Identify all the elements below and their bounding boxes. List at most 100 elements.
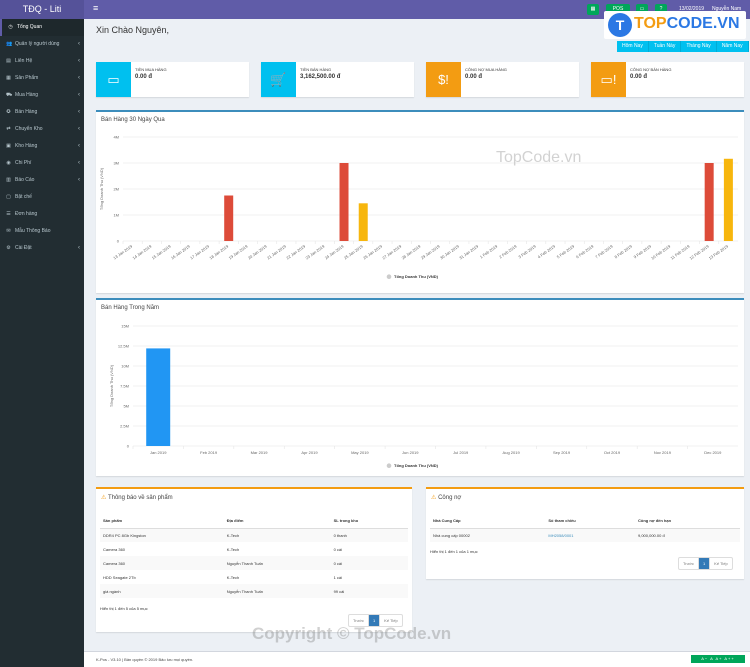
bar[interactable] xyxy=(358,203,368,241)
warehouse-icon: ▣ xyxy=(6,143,11,149)
prev-page-button[interactable]: Trước xyxy=(679,558,699,569)
debt-panel: ⚠ Công nợ Nhà Cung Cấp Số tham chiếu Công … xyxy=(426,487,744,579)
bar[interactable] xyxy=(224,195,234,242)
app-logo[interactable]: TĐQ - Liti xyxy=(0,0,84,19)
watermark-center: TopCode.vn xyxy=(496,149,582,166)
calculator-icon[interactable]: ▦ xyxy=(587,4,599,15)
stat-label: TIỀN MUA HÀNG xyxy=(135,67,167,72)
column-header[interactable]: Công nợ đến hạn xyxy=(634,514,740,529)
table-cell: 0 cái xyxy=(333,546,343,552)
pagination: Trước 1 Kế Tiếp xyxy=(678,557,733,570)
doc-alert-icon: ▭! xyxy=(591,62,626,97)
x-tick-label: 24 Jan 2019 xyxy=(324,243,346,260)
table-row: DDR4 PC 8Gb Kingston K-Tech 0 thanh xyxy=(100,528,408,542)
x-tick-label: 5 Feb 2019 xyxy=(556,243,576,259)
footer: K-Pos - V3.10 | Bản quyền © 2019 Bảo lưu… xyxy=(84,651,750,667)
panel-title: ⚠ Thông báo về sản phẩm xyxy=(101,495,173,501)
sidebar-item-label: Tổng Quan xyxy=(17,24,43,30)
x-tick-label: 29 Jan 2019 xyxy=(420,243,442,260)
sales-year-chart: 0 2.5M 5M 7.5M 10M 12.5M 15M Jan 2019 Feb 2019 Ma… xyxy=(109,324,738,468)
sidebar: ◷ Tổng Quan 👥 Quản lý người dùng ‹ ▤ Liên Hệ ‹ ▦… xyxy=(0,19,84,667)
sidebar-item-0[interactable]: ◷ Tổng Quan xyxy=(0,19,84,36)
bar[interactable] xyxy=(339,163,349,241)
sidebar-item-6[interactable]: ⇄ Chuyển Kho ‹ xyxy=(0,121,84,138)
stat-value: 0.00 đ xyxy=(465,74,483,80)
money-bill-icon: ▭ xyxy=(96,62,131,97)
table-row: giá ngành Nguyễn Thanh Tuấn 99 cái xyxy=(100,584,408,598)
x-tick-label: 27 Jan 2019 xyxy=(381,243,403,260)
font-size-controls[interactable]: A− A A+ A++ xyxy=(691,655,745,663)
column-header[interactable]: Sản phẩm xyxy=(100,514,224,529)
x-tick-label: Aug 2019 xyxy=(503,450,521,455)
period-button-0[interactable]: Hôm Nay xyxy=(617,41,649,52)
x-tick-label: 15 Jan 2019 xyxy=(151,243,173,260)
column-header[interactable]: Địa điểm xyxy=(223,514,331,529)
bar[interactable] xyxy=(704,163,714,241)
sidebar-item-8[interactable]: ◉ Chi Phí ‹ xyxy=(0,155,84,172)
x-tick-label: 10 Feb 2019 xyxy=(650,243,672,260)
period-button-3[interactable]: Năm Nay xyxy=(716,41,749,52)
stat-box-0: ▭ TIỀN MUA HÀNG 0.00 đ xyxy=(96,62,249,97)
y-tick-label: 15M xyxy=(121,324,129,329)
x-tick-label: 21 Jan 2019 xyxy=(266,243,288,260)
table-row: Camera 360 K-Tech 0 cái xyxy=(100,542,408,556)
watermark: Copyright © TopCode.vn xyxy=(252,624,452,643)
panel-title: ⚠ Công nợ xyxy=(431,495,462,501)
table-row: Nhà cung cấp 00002 MH2058/0001 9,000,000.0… xyxy=(430,528,740,542)
sidebar-item-13[interactable]: ⚙ Cài Đặt ‹ xyxy=(0,240,84,257)
bar[interactable] xyxy=(723,158,733,241)
sidebar-item-label: Mẫu Thông Báo xyxy=(15,228,51,234)
x-tick-label: 19 Jan 2019 xyxy=(228,243,250,260)
x-tick-label: 30 Jan 2019 xyxy=(439,243,461,260)
y-tick-label: 12.5M xyxy=(118,344,129,349)
sidebar-item-12[interactable]: ✉ Mẫu Thông Báo xyxy=(0,223,84,240)
y-tick-label: 3M xyxy=(113,161,119,166)
period-button-2[interactable]: Tháng Này xyxy=(681,41,717,52)
sidebar-item-10[interactable]: ▢ Bật chế xyxy=(0,189,84,206)
x-tick-label: 13 Feb 2019 xyxy=(708,243,730,260)
x-tick-label: 28 Jan 2019 xyxy=(401,243,423,260)
sidebar-item-4[interactable]: ⛟ Mua Hàng ‹ xyxy=(0,87,84,104)
list-icon: ☰ xyxy=(6,211,11,217)
sidebar-item-3[interactable]: ▦ Sản Phẩm ‹ xyxy=(0,70,84,87)
box-icon: ▦ xyxy=(6,75,11,81)
y-tick-label: 2M xyxy=(113,187,119,192)
x-tick-label: 12 Feb 2019 xyxy=(688,243,710,260)
sidebar-item-label: Chi Phí xyxy=(15,160,32,166)
table-cell[interactable]: MH2058/0001 xyxy=(545,528,635,542)
sidebar-item-9[interactable]: ▥ Báo Cáo ‹ xyxy=(0,172,84,189)
table-cell: DDR4 PC 8Gb Kingston xyxy=(100,528,224,542)
sidebar-item-11[interactable]: ☰ Đơn hàng xyxy=(0,206,84,223)
table-cell: 1 cái xyxy=(333,574,343,580)
bar[interactable] xyxy=(146,348,171,446)
column-header[interactable]: SL trong kho xyxy=(330,514,408,529)
x-tick-label: 22 Jan 2019 xyxy=(285,243,307,260)
sidebar-item-5[interactable]: ✪ Bán Hàng ‹ xyxy=(0,104,84,121)
sidebar-item-2[interactable]: ▤ Liên Hệ ‹ xyxy=(0,53,84,70)
x-tick-label: 6 Feb 2019 xyxy=(575,243,595,259)
x-tick-label: Sep 2019 xyxy=(553,450,571,455)
dollar-alert-icon: $! xyxy=(426,62,461,97)
cart-icon: ⛟ xyxy=(6,92,13,98)
sales-year-panel: Bán Hàng Trong Năm 0 2.5M 5M 7.5M 10M 12.5M 15… xyxy=(96,298,744,476)
chevron-left-icon: ‹ xyxy=(78,245,80,251)
x-tick-label: 11 Feb 2019 xyxy=(669,243,691,260)
sidebar-item-1[interactable]: 👥 Quản lý người dùng ‹ xyxy=(0,36,84,53)
column-header[interactable]: Số tham chiếu xyxy=(545,514,635,529)
column-header[interactable]: Nhà Cung Cấp xyxy=(430,514,546,529)
stat-label: CÔNG NỢ BÁN HÀNG xyxy=(630,67,672,72)
period-button-1[interactable]: Tuần Này xyxy=(648,41,682,52)
legend-label: Tổng Doanh Thu (VND) xyxy=(394,274,439,279)
x-tick-label: 4 Feb 2019 xyxy=(537,243,557,259)
sidebar-item-label: Sản Phẩm xyxy=(15,75,39,81)
stat-value: 0.00 đ xyxy=(630,74,648,80)
table-cell: 0 thanh xyxy=(330,528,408,542)
sidebar-item-7[interactable]: ▣ Kho Hàng ‹ xyxy=(0,138,84,155)
stat-value: 3,162,500.00 đ xyxy=(300,74,341,80)
y-tick-label: 10M xyxy=(121,364,129,369)
page-1-button[interactable]: 1 xyxy=(698,558,711,569)
sales-30-days-panel: Bán Hàng 30 Ngày Qua 0 1M 2M 3M 4M 13 Jan 201… xyxy=(96,110,744,293)
menu-toggle-icon[interactable]: ≡ xyxy=(93,3,98,13)
table-cell: Camera 360 xyxy=(100,556,224,570)
next-page-button[interactable]: Kế Tiếp xyxy=(710,558,732,569)
